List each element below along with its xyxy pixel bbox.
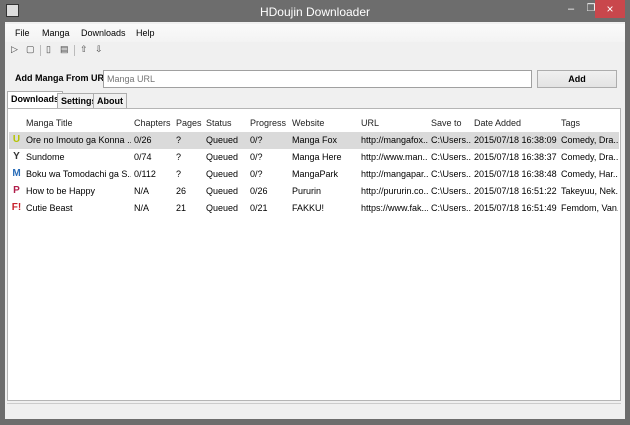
toolbar: ▷ ▢ ▯ ▤ ⇧ ⇩ [5, 42, 625, 58]
table-cell: 2015/07/18 16:38:48 [474, 169, 557, 179]
column-header[interactable]: Progress [250, 118, 286, 128]
table-cell: 0/112 [134, 169, 156, 179]
column-header[interactable]: Tags [561, 118, 580, 128]
table-cell: 2015/07/18 16:38:09 [474, 135, 557, 145]
menu-help[interactable]: Help [136, 28, 155, 38]
paste-icon[interactable]: ▤ [60, 44, 69, 55]
table-cell: http://pururin.co... [361, 186, 428, 196]
window-title: HDoujin Downloader [259, 5, 371, 19]
toolbar-separator [74, 45, 75, 56]
table-cell: 0/? [250, 135, 263, 145]
table-cell: http://mangapar... [361, 169, 428, 179]
table-cell: 2015/07/18 16:51:49 [474, 203, 557, 213]
table-row[interactable]: Y Sundome 0/74? Queued 0/? Manga Here http://w… [9, 149, 619, 166]
stop-icon[interactable]: ▢ [26, 44, 35, 55]
play-icon[interactable]: ▷ [11, 44, 18, 55]
table-cell: Boku wa Tomodachi ga S... [26, 169, 131, 179]
tab-downloads[interactable]: Downloads [7, 91, 64, 109]
table-cell: Pururin [292, 186, 322, 196]
table-cell: 0/? [250, 169, 263, 179]
table-row[interactable]: F! Cutie Beast N/A 21 Queued 0/21 FAKKU! https:… [9, 200, 619, 217]
table-cell: 0/74 [134, 152, 152, 162]
list-header: Manga Title Chapters Pages Status Progress We… [9, 115, 619, 132]
mangapark-icon: M [12, 168, 21, 179]
fakku-icon: F! [11, 202, 22, 213]
table-cell: Queued [206, 186, 239, 196]
table-cell: Manga Fox [292, 135, 338, 145]
table-cell: Takeyuu, Nek... [561, 186, 618, 196]
client-area: File Manga Downloads Help ▷ ▢ ▯ ▤ ⇧ ⇩ Ad… [5, 22, 625, 419]
add-button[interactable]: Add [537, 70, 617, 88]
table-cell: Queued [206, 203, 239, 213]
column-header[interactable]: Pages [176, 118, 202, 128]
table-cell: C:\Users... [431, 186, 471, 196]
table-cell: C:\Users... [431, 203, 471, 213]
clipboard-icon[interactable]: ▯ [46, 44, 51, 55]
table-cell: 0/? [250, 152, 263, 162]
toolbar-separator [40, 45, 41, 56]
table-cell: 2015/07/18 16:38:37 [474, 152, 557, 162]
table-row[interactable]: M Boku wa Tomodachi ga S... 0/112? Queued 0/… [9, 166, 619, 183]
table-cell: N/A [134, 203, 150, 213]
url-label: Add Manga From URL: [15, 73, 113, 83]
table-cell: http://www.man... [361, 152, 428, 162]
menu-bar: File Manga Downloads Help [5, 24, 625, 42]
column-header[interactable]: Chapters [134, 118, 171, 128]
table-cell: Comedy, Dra... [561, 152, 618, 162]
table-cell: Comedy, Dra... [561, 135, 618, 145]
table-cell: How to be Happy [26, 186, 96, 196]
move-down-icon[interactable]: ⇩ [95, 44, 103, 55]
move-up-icon[interactable]: ⇧ [80, 44, 88, 55]
close-button[interactable]: × [595, 0, 625, 18]
table-cell: MangaPark [292, 169, 339, 179]
table-cell: FAKKU! [292, 203, 325, 213]
table-cell: 0/21 [250, 203, 268, 213]
tab-about[interactable]: About [93, 93, 127, 108]
title-bar[interactable]: HDoujin Downloader – ❐ × [0, 0, 630, 22]
column-header[interactable]: Status [206, 118, 232, 128]
column-header[interactable]: Save to [431, 118, 462, 128]
mangahere-icon: Y [13, 151, 20, 162]
table-cell: http://mangafox... [361, 135, 428, 145]
table-row[interactable]: U Ore no Imouto ga Konna ... 0/26? Queued 0/… [9, 132, 619, 149]
status-bar [7, 403, 621, 417]
table-cell: Queued [206, 152, 239, 162]
table-cell: C:\Users... [431, 169, 471, 179]
table-row[interactable]: P How to be Happy N/A 26 Queued 0/26 Pururin ht… [9, 183, 619, 200]
manga-url-input[interactable] [103, 70, 532, 88]
table-cell: Ore no Imouto ga Konna ... [26, 135, 131, 145]
minimize-button[interactable]: – [560, 3, 582, 17]
menu-manga[interactable]: Manga [42, 28, 70, 38]
table-cell: Queued [206, 169, 239, 179]
table-cell: Cutie Beast [26, 203, 73, 213]
column-header[interactable]: URL [361, 118, 379, 128]
table-cell: C:\Users... [431, 135, 471, 145]
table-cell: ? [176, 152, 182, 162]
table-cell: ? [176, 169, 182, 179]
table-cell: 21 [176, 203, 187, 213]
table-cell: 0/26 [134, 135, 152, 145]
table-cell: Manga Here [292, 152, 342, 162]
menu-downloads[interactable]: Downloads [81, 28, 126, 38]
table-cell: https://www.fak... [361, 203, 428, 213]
downloads-list[interactable]: Manga Title Chapters Pages Status Progress We… [7, 108, 621, 401]
column-header[interactable]: Manga Title [26, 118, 73, 128]
table-cell: ? [176, 135, 182, 145]
menu-file[interactable]: File [15, 28, 30, 38]
table-cell: Comedy, Har... [561, 169, 618, 179]
table-cell: N/A [134, 186, 150, 196]
column-header[interactable]: Website [292, 118, 324, 128]
mangafox-icon: U [12, 134, 21, 145]
table-cell: 2015/07/18 16:51:22 [474, 186, 557, 196]
table-cell: 26 [176, 186, 187, 196]
table-cell: C:\Users... [431, 152, 471, 162]
table-cell: Queued [206, 135, 239, 145]
column-header[interactable]: Date Added [474, 118, 521, 128]
pururin-icon: P [13, 185, 20, 196]
table-cell: 0/26 [250, 186, 268, 196]
table-cell: Femdom, Van... [561, 203, 618, 213]
table-cell: Sundome [26, 152, 65, 162]
